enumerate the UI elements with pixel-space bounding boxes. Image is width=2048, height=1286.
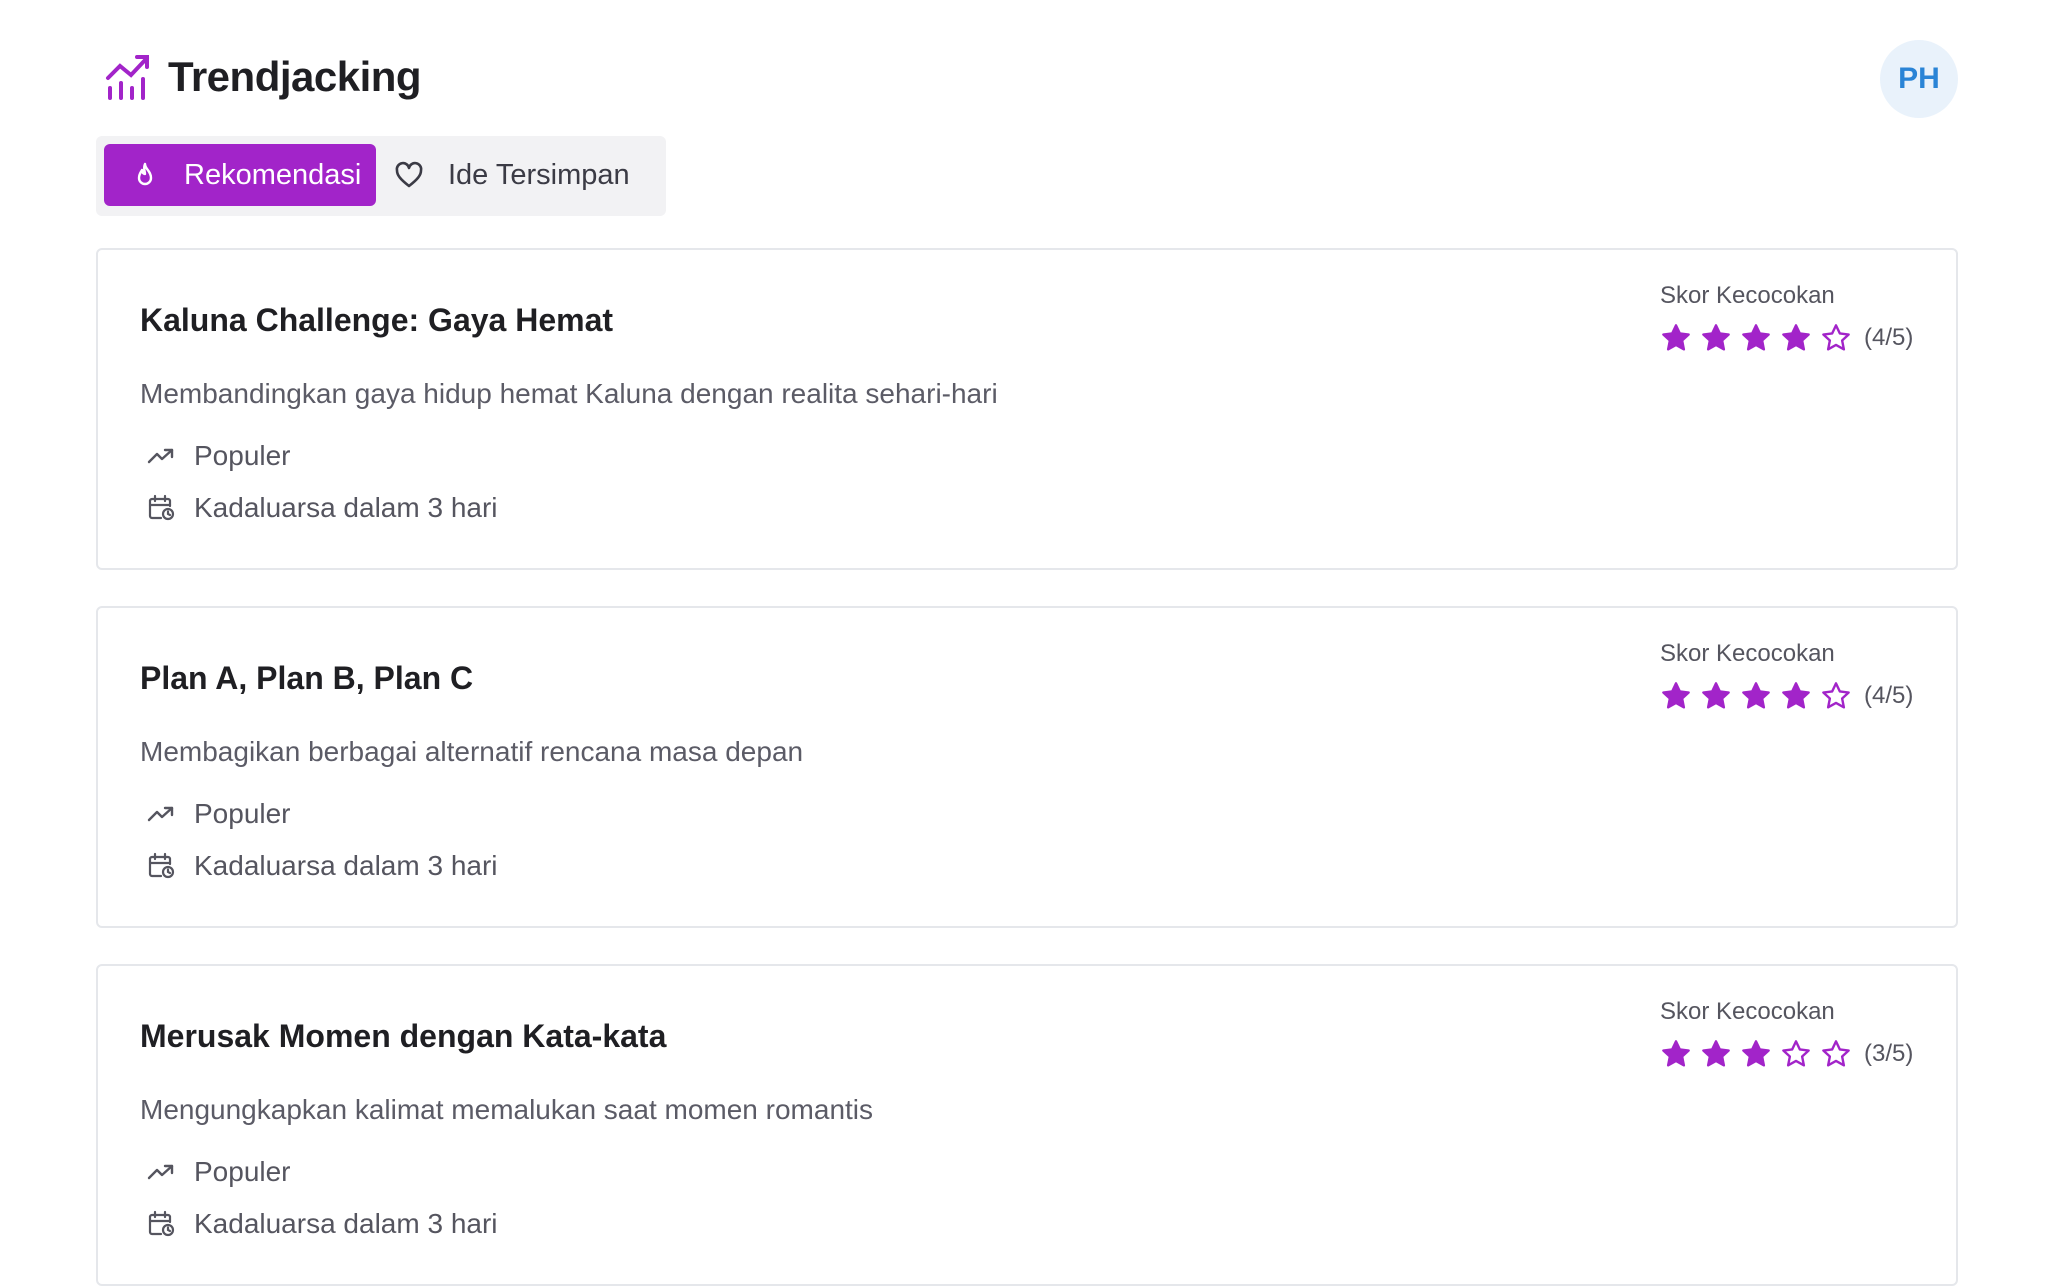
- score-text: (4/5): [1864, 324, 1914, 351]
- calendar-clock-icon: [146, 851, 176, 881]
- trending-up-icon: [146, 441, 176, 471]
- card-title: Kaluna Challenge: Gaya Hemat: [140, 302, 614, 338]
- star-filled-icon: [1742, 324, 1770, 351]
- tab-label: Rekomendasi: [184, 158, 362, 191]
- star-filled-icon: [1662, 1040, 1690, 1067]
- star-rating: (3/5): [1660, 1038, 1930, 1070]
- expiry-label: Kadaluarsa dalam 3 hari: [194, 1208, 498, 1239]
- trend-label: Populer: [194, 440, 291, 471]
- score-text: (3/5): [1864, 1040, 1914, 1067]
- card-title: Merusak Momen dengan Kata-kata: [140, 1018, 667, 1054]
- star-filled-icon: [1662, 682, 1690, 709]
- trend-label: Populer: [194, 798, 291, 829]
- star-filled-icon: [1742, 1040, 1770, 1067]
- app-header: Trendjacking PH: [0, 0, 2048, 130]
- star-outline-icon: [1822, 682, 1850, 709]
- trending-up-icon: [146, 799, 176, 829]
- expiry-label: Kadaluarsa dalam 3 hari: [194, 492, 498, 523]
- card-description: Membandingkan gaya hidup hemat Kaluna de…: [140, 378, 998, 409]
- calendar-clock-icon: [146, 1209, 176, 1239]
- star-filled-icon: [1782, 324, 1810, 351]
- idea-card[interactable]: Merusak Momen dengan Kata-kata Mengungka…: [96, 964, 1958, 1286]
- heart-icon: [394, 160, 424, 190]
- card-description: Mengungkapkan kalimat memalukan saat mom…: [140, 1094, 874, 1125]
- match-score: Skor Kecocokan (4/5): [1660, 640, 1930, 712]
- star-filled-icon: [1702, 324, 1730, 351]
- card-title: Plan A, Plan B, Plan C: [140, 660, 474, 696]
- score-label: Skor Kecocokan: [1660, 998, 1835, 1025]
- star-outline-icon: [1822, 1040, 1850, 1067]
- flame-icon: [130, 160, 160, 190]
- star-rating: (4/5): [1660, 680, 1930, 712]
- app-title: Trendjacking: [168, 53, 422, 100]
- idea-card[interactable]: Plan A, Plan B, Plan C Membagikan berbag…: [96, 606, 1958, 928]
- score-label: Skor Kecocokan: [1660, 282, 1835, 309]
- brand[interactable]: Trendjacking: [104, 52, 422, 102]
- star-filled-icon: [1782, 682, 1810, 709]
- idea-card[interactable]: Kaluna Challenge: Gaya Hemat Membandingk…: [96, 248, 1958, 570]
- calendar-clock-icon: [146, 493, 176, 523]
- trend-status: Populer: [140, 440, 291, 472]
- match-score: Skor Kecocokan (3/5): [1660, 998, 1930, 1070]
- tab-bar: Rekomendasi Ide Tersimpan: [96, 136, 666, 216]
- star-filled-icon: [1662, 324, 1690, 351]
- star-outline-icon: [1822, 324, 1850, 351]
- expiry-label: Kadaluarsa dalam 3 hari: [194, 850, 498, 881]
- star-filled-icon: [1742, 682, 1770, 709]
- star-outline-icon: [1782, 1040, 1810, 1067]
- user-avatar[interactable]: PH: [1880, 40, 1958, 118]
- tab-ide-tersimpan[interactable]: Ide Tersimpan: [386, 144, 658, 206]
- trend-label: Populer: [194, 1156, 291, 1187]
- trending-up-icon: [146, 1157, 176, 1187]
- score-label: Skor Kecocokan: [1660, 640, 1835, 667]
- star-filled-icon: [1702, 682, 1730, 709]
- star-filled-icon: [1702, 1040, 1730, 1067]
- star-rating: (4/5): [1660, 322, 1930, 354]
- score-text: (4/5): [1864, 682, 1914, 709]
- trend-status: Populer: [140, 1156, 291, 1188]
- card-description: Membagikan berbagai alternatif rencana m…: [140, 736, 804, 767]
- expiry-status: Kadaluarsa dalam 3 hari: [140, 1208, 498, 1240]
- expiry-status: Kadaluarsa dalam 3 hari: [140, 850, 498, 882]
- tab-rekomendasi[interactable]: Rekomendasi: [104, 144, 376, 206]
- expiry-status: Kadaluarsa dalam 3 hari: [140, 492, 498, 524]
- tab-label: Ide Tersimpan: [448, 158, 630, 191]
- trending-chart-icon: [104, 52, 152, 102]
- match-score: Skor Kecocokan (4/5): [1660, 282, 1930, 354]
- trend-status: Populer: [140, 798, 291, 830]
